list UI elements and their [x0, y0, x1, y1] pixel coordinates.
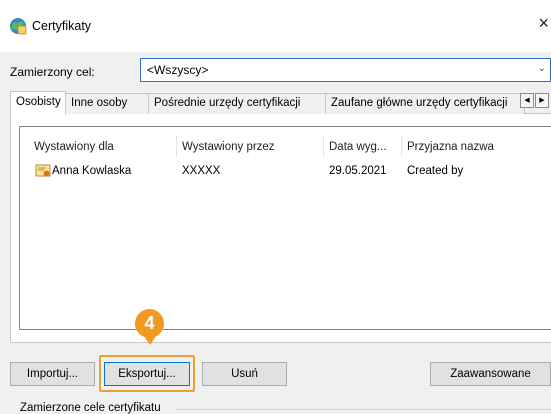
purpose-select[interactable]: <Wszyscy> ⌄ — [140, 58, 551, 82]
remove-button[interactable]: Usuń — [202, 362, 287, 386]
column-header-friendly-name[interactable]: Przyjazna nazwa — [407, 141, 494, 153]
group-divider — [176, 409, 551, 410]
chevron-down-icon: ⌄ — [537, 63, 546, 74]
close-icon[interactable]: × — [538, 13, 549, 34]
step-number-badge: 4 — [135, 309, 164, 338]
intended-purposes-group-label: Zamierzone cele certyfikatu — [20, 402, 161, 414]
advanced-button[interactable]: Zaawansowane — [430, 362, 551, 386]
cell-expiration-date: 29.05.2021 — [329, 165, 387, 177]
certificate-icon — [35, 164, 51, 177]
title-bar: Certyfikaty × — [0, 0, 551, 52]
column-separator — [401, 135, 402, 157]
tab-scroll-right-button[interactable]: ▶ — [535, 93, 549, 108]
column-header-issued-by[interactable]: Wystawiony przez — [182, 141, 275, 153]
import-button[interactable]: Importuj... — [10, 362, 95, 386]
cell-issued-to[interactable]: Anna Kowlaska — [52, 165, 131, 177]
tab-trusted-root-ca[interactable]: Zaufane główne urzędy certyfikacji — [325, 93, 525, 114]
column-separator — [323, 135, 324, 157]
tab-intermediate-ca[interactable]: Pośrednie urzędy certyfikacji — [148, 93, 326, 114]
column-header-issued-to[interactable]: Wystawiony dla — [34, 141, 114, 153]
purpose-select-value: <Wszyscy> — [147, 63, 209, 77]
purpose-label: Zamierzony cel: — [10, 65, 95, 79]
export-button[interactable]: Eksportuj... — [104, 362, 190, 386]
tab-scroll-left-button[interactable]: ◀ — [520, 93, 534, 108]
tab-other-people[interactable]: Inne osoby — [65, 93, 149, 114]
cell-issued-by: XXXXX — [182, 165, 221, 177]
window-title: Certyfikaty — [32, 19, 92, 33]
certificate-list[interactable]: Wystawiony dla Wystawiony przez Data wyg… — [19, 126, 551, 330]
tab-personal[interactable]: Osobisty — [10, 91, 66, 115]
certificate-manager-icon — [10, 18, 27, 35]
cell-friendly-name: Created by — [407, 165, 464, 177]
badge-pointer — [144, 336, 156, 345]
column-header-expiration[interactable]: Data wyg... — [329, 141, 387, 153]
column-separator — [176, 135, 177, 157]
